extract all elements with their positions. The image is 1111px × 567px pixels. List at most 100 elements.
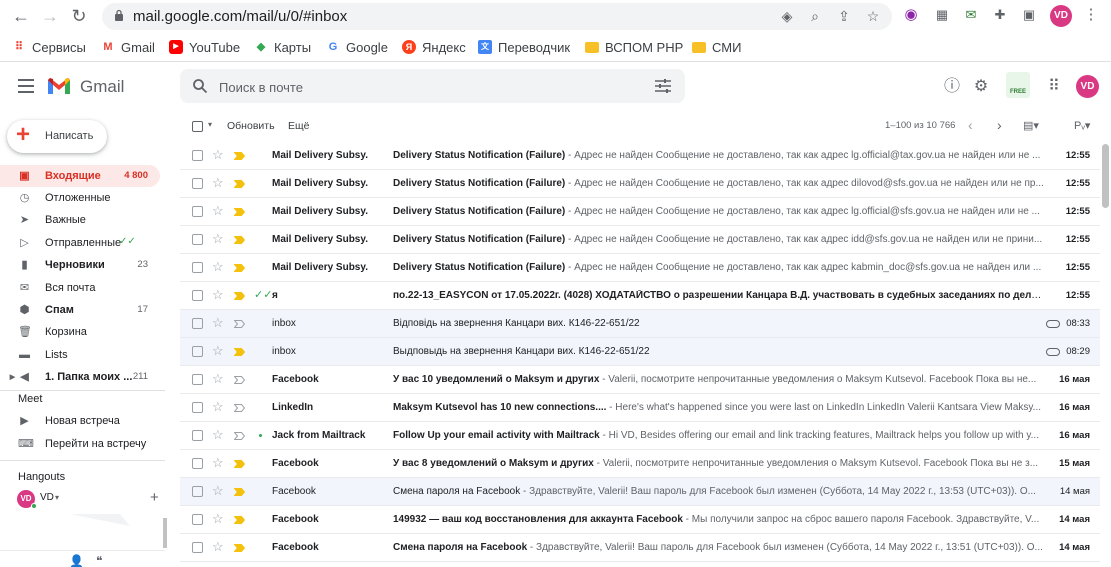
help-icon[interactable]: ⓘ — [942, 77, 962, 97]
important-marker-icon[interactable] — [234, 544, 245, 552]
important-marker-icon[interactable] — [234, 236, 245, 244]
star-icon[interactable]: ☆ — [212, 372, 224, 386]
row-checkbox[interactable] — [192, 262, 203, 273]
important-marker-icon[interactable] — [234, 516, 245, 524]
row-checkbox[interactable] — [192, 206, 203, 217]
bookmark-gmail[interactable]: M Gmail — [101, 38, 155, 56]
mail-list-scrollbar[interactable] — [1100, 140, 1111, 567]
important-marker-icon[interactable] — [234, 376, 245, 384]
meet-join-meeting[interactable]: ⌨ Перейти на встречу — [0, 433, 160, 455]
bookmark-folder-php[interactable]: ВСПОМ PHP — [585, 38, 683, 56]
row-checkbox[interactable] — [192, 514, 203, 525]
bookmark-youtube[interactable]: ▶ YouTube — [169, 38, 240, 56]
star-icon[interactable]: ☆ — [212, 428, 224, 442]
search-options-icon[interactable] — [655, 79, 671, 93]
row-checkbox[interactable] — [192, 346, 203, 357]
row-checkbox[interactable] — [192, 290, 203, 301]
row-checkbox[interactable] — [192, 150, 203, 161]
bookmark-folder-smi[interactable]: СМИ — [692, 38, 741, 56]
star-icon[interactable]: ☆ — [212, 540, 224, 554]
star-icon[interactable]: ☆ — [212, 148, 224, 162]
select-all-checkbox[interactable] — [192, 121, 203, 132]
row-checkbox[interactable] — [192, 486, 203, 497]
sidebar-item-lists[interactable]: ▬ Lists — [0, 344, 160, 366]
bookmark-services[interactable]: ⠿ Сервисы — [12, 38, 86, 56]
search-bar[interactable]: Поиск в почте — [180, 69, 685, 103]
important-marker-icon[interactable] — [234, 180, 245, 188]
sidebar-item-sent[interactable]: ▷ Отправленные ✓✓ — [0, 232, 160, 254]
email-row[interactable]: ☆ Facebook Смена пароля на Facebook - Здра… — [180, 534, 1100, 562]
extension-image-icon[interactable]: ▦ — [933, 6, 951, 24]
email-row[interactable]: ☆ LinkedIn Maksym Kutsevol has 10 new conn… — [180, 394, 1100, 422]
search-icon[interactable] — [192, 78, 208, 94]
browser-menu-icon[interactable]: ⋮ — [1082, 6, 1100, 24]
profile-avatar[interactable]: VD — [1050, 5, 1072, 27]
star-icon[interactable]: ☆ — [212, 204, 224, 218]
extensions-puzzle-icon[interactable]: ✚ — [991, 6, 1009, 24]
refresh-button[interactable]: Обновить — [227, 120, 275, 132]
star-icon[interactable]: ☆ — [212, 176, 224, 190]
important-marker-icon[interactable] — [234, 404, 245, 412]
hangouts-quote-icon[interactable]: ❝ — [96, 554, 102, 567]
sidebar-item-spam[interactable]: ⬢ Спам 17 — [0, 299, 160, 321]
star-icon[interactable]: ☆ — [212, 288, 224, 302]
important-marker-icon[interactable] — [234, 432, 245, 440]
gmail-logo-icon[interactable] — [46, 76, 72, 96]
bookmark-maps[interactable]: ◆ Карты — [254, 38, 311, 56]
hangouts-user-name[interactable]: VD — [40, 492, 54, 503]
sidebar-item-snoozed[interactable]: ◷ Отложенные — [0, 187, 160, 209]
extension-color-icon[interactable]: ◉ — [902, 6, 920, 24]
important-marker-icon[interactable] — [234, 320, 245, 328]
email-row[interactable]: ☆ Mail Delivery Subsy. Delivery Status Not… — [180, 226, 1100, 254]
bookmark-google[interactable]: G Google — [326, 38, 388, 56]
sidebar-item-folder[interactable]: ▶ ◀ 1. Папка моих ... 211 — [0, 366, 160, 388]
sidebar-item-important[interactable]: ➤ Важные — [0, 209, 160, 231]
zoom-icon[interactable]: ⌕ — [806, 7, 824, 25]
email-row[interactable]: ☆ Facebook У вас 8 уведомлений о Maksym и … — [180, 450, 1100, 478]
star-icon[interactable]: ☆ — [212, 456, 224, 470]
important-marker-icon[interactable] — [234, 348, 245, 356]
row-checkbox[interactable] — [192, 402, 203, 413]
email-row[interactable]: ☆ inbox Выдповыдь на звернення Канцари вих… — [180, 338, 1100, 366]
eye-icon[interactable]: ◈ — [778, 7, 796, 25]
important-marker-icon[interactable] — [234, 460, 245, 468]
next-page-icon[interactable]: › — [997, 117, 1002, 133]
email-row[interactable]: ☆ Jack from Mailtrack Follow Up your email… — [180, 422, 1100, 450]
star-icon[interactable]: ☆ — [212, 484, 224, 498]
mailtrack-free-badge[interactable]: FREE — [1006, 72, 1030, 98]
reload-icon[interactable]: ↻ — [68, 6, 90, 26]
scrollbar-thumb[interactable] — [1102, 144, 1109, 208]
row-checkbox[interactable] — [192, 374, 203, 385]
star-icon[interactable]: ☆ — [212, 344, 224, 358]
email-row[interactable]: ☆ Mail Delivery Subsy. Delivery Status Not… — [180, 142, 1100, 170]
address-bar[interactable]: mail.google.com/mail/u/0/#inbox ◈ ⌕ ⇪ ☆ — [102, 3, 892, 30]
split-pane-icon[interactable]: ▤▾ — [1023, 119, 1039, 132]
chevron-down-icon[interactable]: ▾ — [55, 493, 59, 502]
star-icon[interactable]: ☆ — [212, 512, 224, 526]
more-button[interactable]: Ещё — [288, 120, 309, 132]
chevron-down-icon[interactable]: ▾ — [208, 120, 212, 129]
compose-button[interactable]: + Написать — [7, 120, 107, 153]
star-icon[interactable]: ☆ — [212, 260, 224, 274]
email-row[interactable]: ☆ Mail Delivery Subsy. Delivery Status Not… — [180, 170, 1100, 198]
sidebar-item-trash[interactable]: 🗑 Корзина — [0, 321, 160, 343]
email-row[interactable]: ☆ Facebook У вас 10 уведомлений о Maksym и… — [180, 366, 1100, 394]
email-row[interactable]: ☆ ✓✓ я по.22-13_EASYCON от 17.05.2022г. (40… — [180, 282, 1100, 310]
input-tools-icon[interactable]: Pᵥ▾ — [1074, 119, 1090, 132]
add-contact-icon[interactable]: + — [150, 489, 159, 506]
account-avatar[interactable]: VD — [1076, 75, 1099, 98]
row-checkbox[interactable] — [192, 318, 203, 329]
important-marker-icon[interactable] — [234, 292, 245, 300]
share-icon[interactable]: ⇪ — [835, 7, 853, 25]
sidebar-item-all-mail[interactable]: ✉ Вся почта — [0, 277, 160, 299]
row-checkbox[interactable] — [192, 178, 203, 189]
important-marker-icon[interactable] — [234, 208, 245, 216]
bookmark-star-icon[interactable]: ☆ — [864, 7, 882, 25]
sidebar-item-drafts[interactable]: ▮ Черновики 23 — [0, 254, 160, 276]
row-checkbox[interactable] — [192, 542, 203, 553]
sidebar-item-inbox[interactable]: ▣ Входящие 4 800 — [0, 165, 160, 187]
main-menu-icon[interactable] — [18, 79, 34, 93]
prev-page-icon[interactable]: ‹ — [968, 117, 973, 133]
sidebar-scrollbar[interactable] — [163, 518, 167, 548]
meet-new-meeting[interactable]: ▶ Новая встреча — [0, 410, 160, 432]
